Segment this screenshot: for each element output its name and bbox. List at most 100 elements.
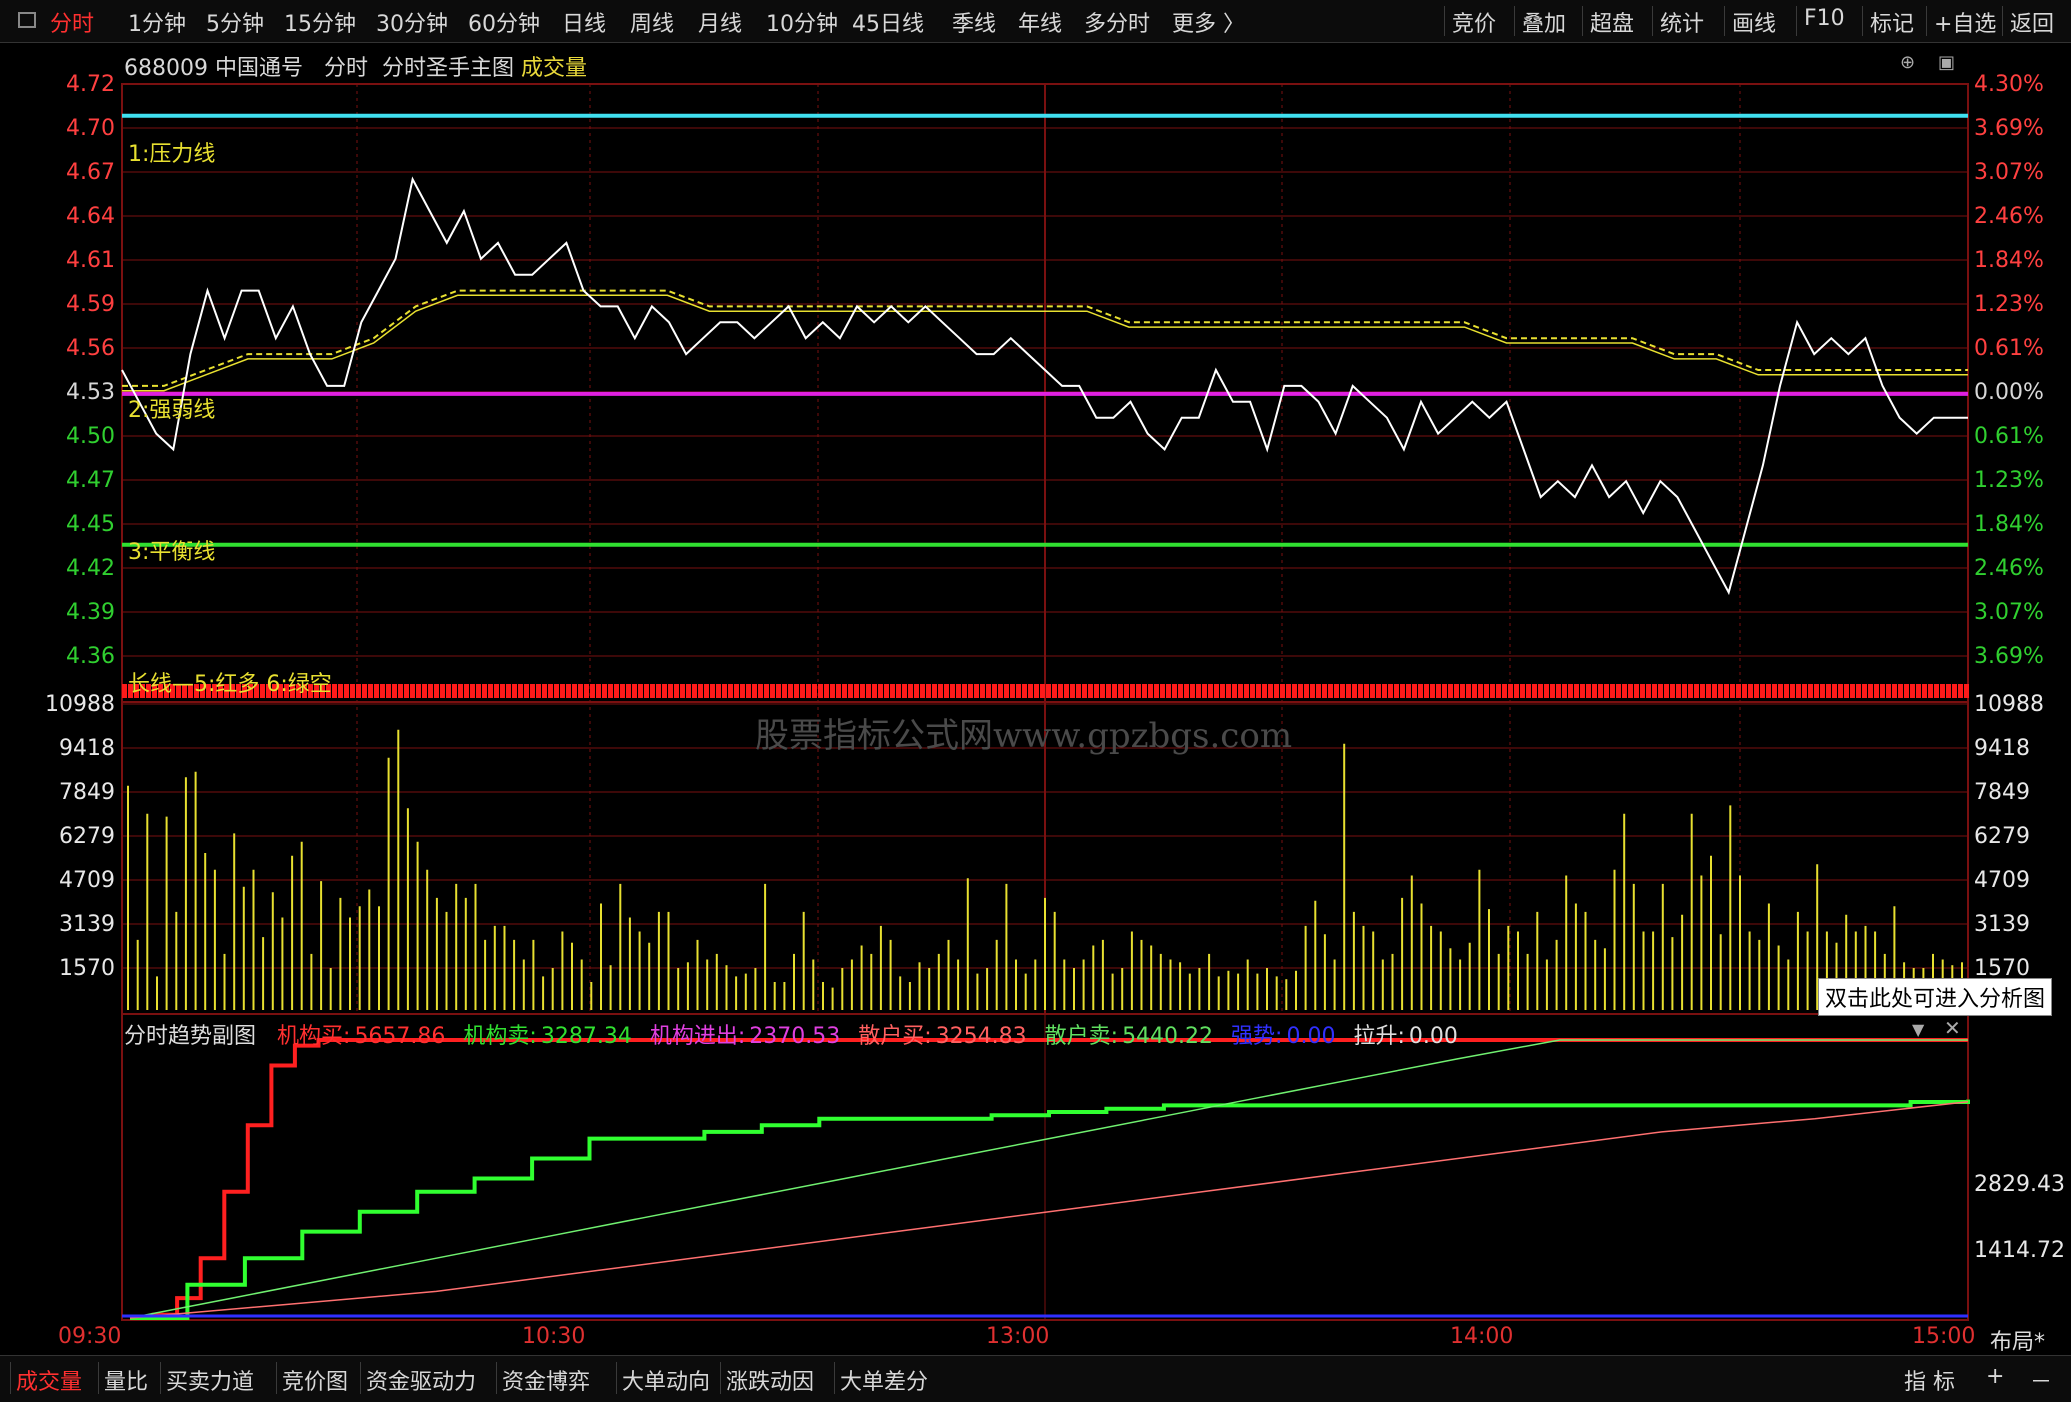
long-band-segment xyxy=(122,684,127,698)
layout-button[interactable]: 布局* xyxy=(1990,1324,2045,1356)
period-tab[interactable]: 分时 xyxy=(50,6,94,38)
tool-button[interactable]: 叠加 xyxy=(1522,6,1566,38)
long-band-segment xyxy=(1250,684,1255,698)
long-band-segment xyxy=(1082,684,1087,698)
period-tab[interactable]: 15分钟 xyxy=(284,6,356,38)
price-axis-label: 4.64 xyxy=(66,204,115,229)
indicator-tab[interactable]: 大单动向 xyxy=(622,1364,710,1396)
indicator-tab[interactable]: 资金博弈 xyxy=(502,1364,590,1396)
long-band-segment xyxy=(1460,684,1465,698)
stock-name: 中国通号 xyxy=(214,56,303,81)
long-band-segment xyxy=(1352,684,1357,698)
indicator-tab[interactable]: 竞价图 xyxy=(282,1364,348,1396)
period-tab[interactable]: 5分钟 xyxy=(206,6,264,38)
period-tab[interactable]: 季线 xyxy=(952,6,996,38)
volume-axis-label: 6279 xyxy=(59,824,115,849)
long-band-segment xyxy=(1772,684,1777,698)
window-toggle-icon[interactable] xyxy=(18,12,36,28)
tool-button[interactable]: F10 xyxy=(1804,6,1845,31)
long-band-segment xyxy=(788,684,793,698)
tool-button[interactable]: 超盘 xyxy=(1590,6,1634,38)
long-band-segment xyxy=(1526,684,1531,698)
stock-code: 688009 xyxy=(124,56,208,81)
analysis-tooltip[interactable]: 双击此处可进入分析图 xyxy=(1818,978,2053,1016)
long-band-segment xyxy=(608,684,613,698)
long-band-segment xyxy=(398,684,403,698)
long-band-segment xyxy=(1808,684,1813,698)
percent-axis-label: 1.23% xyxy=(1974,292,2044,317)
price-axis-label: 4.67 xyxy=(66,160,115,185)
indicator-tab[interactable]: 买卖力道 xyxy=(166,1364,254,1396)
indicator-tab[interactable]: 量比 xyxy=(104,1364,148,1396)
price-axis-label: 4.50 xyxy=(66,424,115,449)
period-tab[interactable]: 日线 xyxy=(562,6,606,38)
subchart-indicator: 拉升: 0.00 xyxy=(1353,1024,1461,1049)
indicator-value: 3287.34 xyxy=(540,1024,632,1049)
long-band-segment xyxy=(590,684,595,698)
tool-button[interactable]: 返回 xyxy=(2010,6,2054,38)
long-band-segment xyxy=(1742,684,1747,698)
long-band-segment xyxy=(518,684,523,698)
indicator-tab[interactable]: 大单差分 xyxy=(840,1364,928,1396)
bottom-right-button[interactable]: + xyxy=(1986,1364,2004,1389)
long-band-segment xyxy=(1010,684,1015,698)
maximize-icon[interactable]: ⊕ xyxy=(1900,52,1915,73)
close-icon[interactable]: ✕ xyxy=(1944,1016,1961,1040)
subchart-axis-label: 2829.43 xyxy=(1974,1172,2065,1197)
tool-button[interactable]: 画线 xyxy=(1732,6,1776,38)
long-band-segment xyxy=(944,684,949,698)
bottom-right-button[interactable]: － xyxy=(2030,1364,2052,1396)
long-band-segment xyxy=(1862,684,1867,698)
long-band-segment xyxy=(470,684,475,698)
long-band-segment xyxy=(1874,684,1879,698)
period-tab[interactable]: 1分钟 xyxy=(128,6,186,38)
long-band-segment xyxy=(1568,684,1573,698)
time-label: 09:30 xyxy=(58,1324,122,1349)
bottom-right-button[interactable]: 指 标 xyxy=(1904,1364,1955,1396)
long-band-segment xyxy=(1832,684,1837,698)
long-band-segment xyxy=(1124,684,1129,698)
chart-canvas[interactable] xyxy=(0,0,2071,1401)
long-band-segment xyxy=(1280,684,1285,698)
long-band-segment xyxy=(782,684,787,698)
period-tab[interactable]: 10分钟 xyxy=(766,6,838,38)
tool-button[interactable]: +自选 xyxy=(1934,6,1996,38)
long-band-segment xyxy=(1682,684,1687,698)
subchart-indicator: 机构卖: 3287.34 xyxy=(463,1024,635,1049)
toolbar-separator xyxy=(1862,6,1863,36)
period-tab[interactable]: 30分钟 xyxy=(376,6,448,38)
long-band-segment xyxy=(602,684,607,698)
long-band-segment xyxy=(986,684,991,698)
long-band-segment xyxy=(422,684,427,698)
percent-axis-label: 1.23% xyxy=(1974,468,2044,493)
period-tab[interactable]: 45日线 xyxy=(852,6,924,38)
indicator-tab[interactable]: 资金驱动力 xyxy=(366,1364,476,1396)
period-tab[interactable]: 60分钟 xyxy=(468,6,540,38)
price-axis-label: 4.61 xyxy=(66,248,115,273)
tool-button[interactable]: 竞价 xyxy=(1452,6,1496,38)
tool-button[interactable]: 统计 xyxy=(1660,6,1704,38)
long-band-segment xyxy=(1400,684,1405,698)
tool-button[interactable]: 标记 xyxy=(1870,6,1914,38)
percent-axis-label: 0.61% xyxy=(1974,336,2044,361)
toolbar-separator xyxy=(160,1362,161,1394)
long-band-segment xyxy=(584,684,589,698)
long-band-segment xyxy=(464,684,469,698)
toolbar-separator xyxy=(2002,6,2003,36)
percent-axis-label: 0.61% xyxy=(1974,424,2044,449)
restore-icon[interactable]: ▣ xyxy=(1938,52,1955,73)
dropdown-icon[interactable]: ▼ xyxy=(1912,1020,1924,1039)
indicator-tab[interactable]: 涨跌动因 xyxy=(726,1364,814,1396)
long-band-segment xyxy=(1118,684,1123,698)
period-tab[interactable]: 更多 〉 xyxy=(1172,6,1245,38)
long-band-segment xyxy=(728,684,733,698)
period-tab[interactable]: 年线 xyxy=(1018,6,1062,38)
long-band-segment xyxy=(1142,684,1147,698)
period-tab[interactable]: 多分时 xyxy=(1084,6,1150,38)
long-band-segment xyxy=(1040,684,1045,698)
period-tab[interactable]: 周线 xyxy=(630,6,674,38)
indicator-tab[interactable]: 成交量 xyxy=(16,1364,82,1396)
period-tab[interactable]: 月线 xyxy=(698,6,742,38)
long-band-segment xyxy=(1130,684,1135,698)
subchart-line xyxy=(130,1099,1970,1320)
